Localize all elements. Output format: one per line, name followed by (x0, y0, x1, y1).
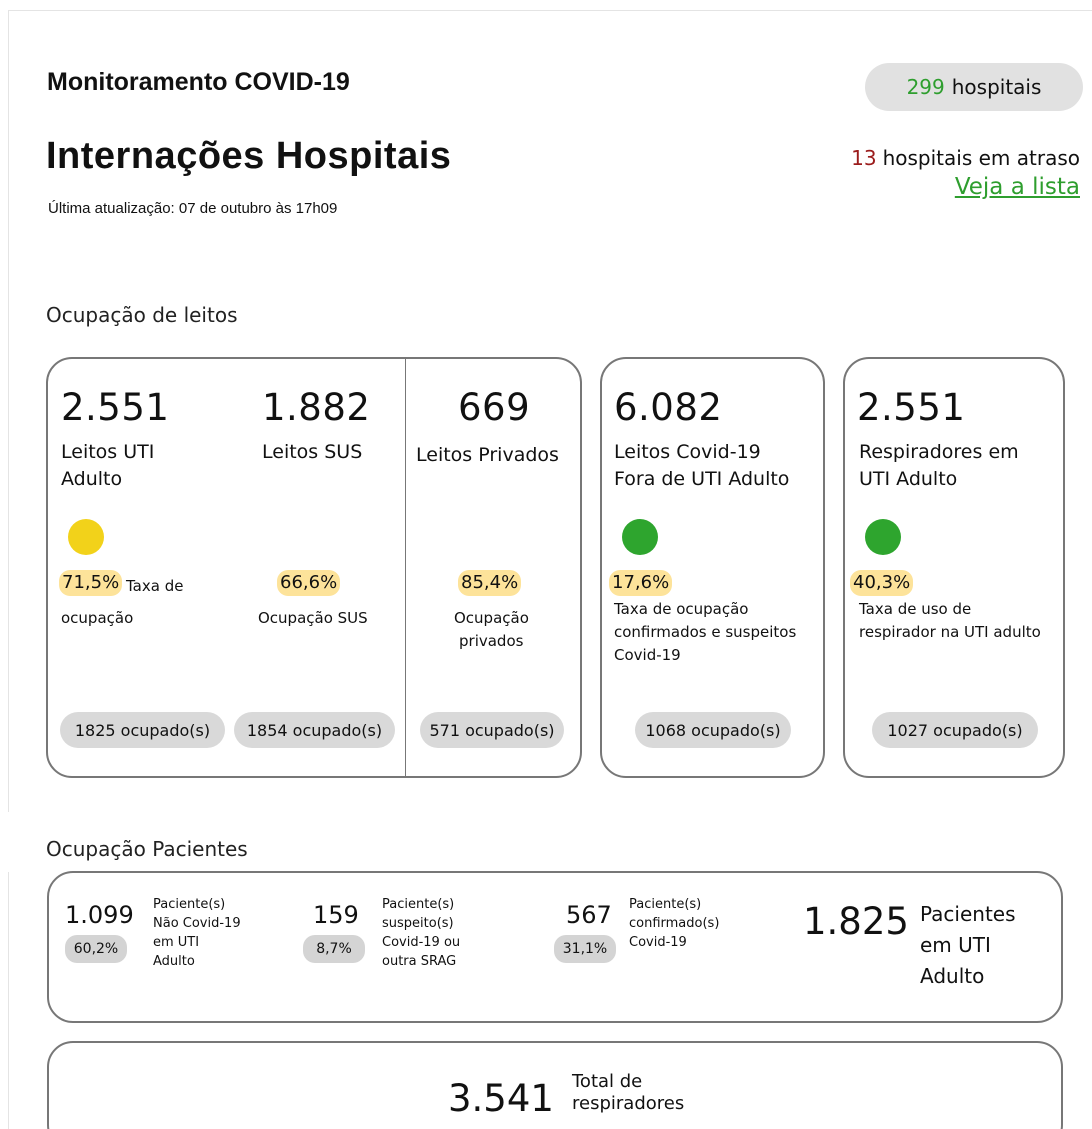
private-beds-label: Leitos Privados (416, 444, 559, 466)
frame-gap (6, 812, 12, 872)
late-hospitals-label: hospitais em atraso (882, 146, 1080, 170)
private-occupied-badge: 571 ocupado(s) (420, 712, 564, 748)
total-icu-patients-label-2: em UTI (920, 933, 991, 957)
hospitals-label: hospitais (951, 75, 1042, 99)
confirmed-label-3: Covid-19 (629, 935, 687, 950)
non-covid-label-3: em UTI (153, 935, 200, 950)
suspected-label-3: Covid-19 ou (382, 935, 461, 950)
uti-occupied-badge: 1825 ocupado(s) (60, 712, 225, 748)
uti-occupancy-desc-2: ocupação (61, 609, 134, 627)
card-leitos-gerais: 2.551 Leitos UTI Adulto 71,5% Taxa de oc… (46, 357, 582, 778)
confirmed-patients-pct: 31,1% (554, 935, 616, 963)
covid-beds-label-2: Fora de UTI Adulto (614, 468, 790, 490)
section-title-pacientes: Ocupação Pacientes (46, 837, 248, 861)
uti-beds-label-2: Adulto (61, 468, 123, 490)
suspected-patients-pct: 8,7% (303, 935, 365, 963)
non-covid-label-2: Não Covid-19 (153, 916, 241, 931)
hospitals-count-badge: 299 hospitais (865, 63, 1083, 111)
private-occupancy-rate: 85,4% (458, 570, 522, 596)
covid-occupancy-rate: 17,6% (609, 570, 673, 596)
page-title: Internações Hospitais (46, 135, 452, 177)
covid-beds-value: 6.082 (614, 386, 723, 429)
non-covid-label-4: Adulto (153, 954, 195, 969)
total-ventilators-value: 3.541 (448, 1077, 554, 1120)
ventilators-label-2: UTI Adulto (859, 468, 958, 490)
confirmed-label-1: Paciente(s) (629, 897, 702, 912)
covid-occupied-badge: 1068 ocupado(s) (635, 712, 791, 748)
ventilators-occupied-badge: 1027 ocupado(s) (872, 712, 1038, 748)
total-icu-patients-label-3: Adulto (920, 964, 985, 988)
last-update-text: Última atualização: 07 de outubro às 17h… (48, 200, 338, 217)
total-ventilators-label-2: respiradores (572, 1093, 685, 1114)
hospitals-count: 299 (906, 75, 945, 99)
section-title-leitos: Ocupação de leitos (46, 303, 238, 327)
late-hospitals-count: 13 (851, 146, 877, 170)
confirmed-label-2: confirmado(s) (629, 916, 720, 931)
ventilators-usage-rate: 40,3% (850, 570, 914, 596)
ventilators-value: 2.551 (857, 386, 966, 429)
card-divider (405, 359, 406, 776)
non-covid-patients-value: 1.099 (65, 901, 134, 929)
sus-occupancy-desc: Ocupação SUS (258, 609, 368, 627)
covid-beds-label-1: Leitos Covid-19 (614, 441, 761, 463)
total-icu-patients-value: 1.825 (803, 900, 909, 943)
late-hospitals-text: 13 hospitais em atraso (851, 146, 1080, 170)
suspected-patients-value: 159 (313, 901, 359, 929)
uti-beds-value: 2.551 (61, 386, 170, 429)
late-hospitals-list-link[interactable]: Veja a lista (955, 174, 1080, 200)
private-occupancy-desc-2: privados (459, 632, 524, 650)
card-covid-fora-uti: 6.082 Leitos Covid-19 Fora de UTI Adulto… (600, 357, 825, 778)
card-total-respiradores: 3.541 Total de respiradores (47, 1041, 1063, 1129)
yellow-status-dot (68, 519, 104, 555)
suspected-label-2: suspeito(s) (382, 916, 454, 931)
private-beds-value: 669 (458, 386, 531, 429)
green-status-dot (622, 519, 658, 555)
sus-beds-value: 1.882 (262, 386, 371, 429)
sus-beds-label: Leitos SUS (262, 441, 363, 463)
confirmed-patients-value: 567 (566, 901, 612, 929)
non-covid-patients-pct: 60,2% (65, 935, 127, 963)
non-covid-label-1: Paciente(s) (153, 897, 226, 912)
sus-occupied-badge: 1854 ocupado(s) (234, 712, 395, 748)
total-ventilators-label-1: Total de (572, 1071, 643, 1092)
uti-occupancy-desc-1: Taxa de (126, 577, 184, 595)
app-title: Monitoramento COVID-19 (47, 68, 350, 96)
covid-occupancy-desc-3: Covid-19 (614, 646, 681, 664)
sus-occupancy-rate: 66,6% (277, 570, 341, 596)
ventilators-usage-desc-2: respirador na UTI adulto (859, 623, 1041, 641)
ventilators-usage-desc-1: Taxa de uso de (859, 600, 972, 618)
ventilators-label-1: Respiradores em (859, 441, 1019, 463)
uti-beds-label-1: Leitos UTI (61, 441, 155, 463)
card-respiradores-uti: 2.551 Respiradores em UTI Adulto 40,3% T… (843, 357, 1065, 778)
green-status-dot (865, 519, 901, 555)
uti-occupancy-rate: 71,5% (59, 570, 123, 596)
total-icu-patients-label-1: Pacientes (920, 902, 1016, 926)
covid-occupancy-desc-1: Taxa de ocupação (614, 600, 749, 618)
private-occupancy-desc-1: Ocupação (454, 609, 529, 627)
card-pacientes: 1.099 60,2% Paciente(s) Não Covid-19 em … (47, 871, 1063, 1023)
covid-occupancy-desc-2: confirmados e suspeitos (614, 623, 797, 641)
suspected-label-4: outra SRAG (382, 954, 457, 969)
suspected-label-1: Paciente(s) (382, 897, 455, 912)
